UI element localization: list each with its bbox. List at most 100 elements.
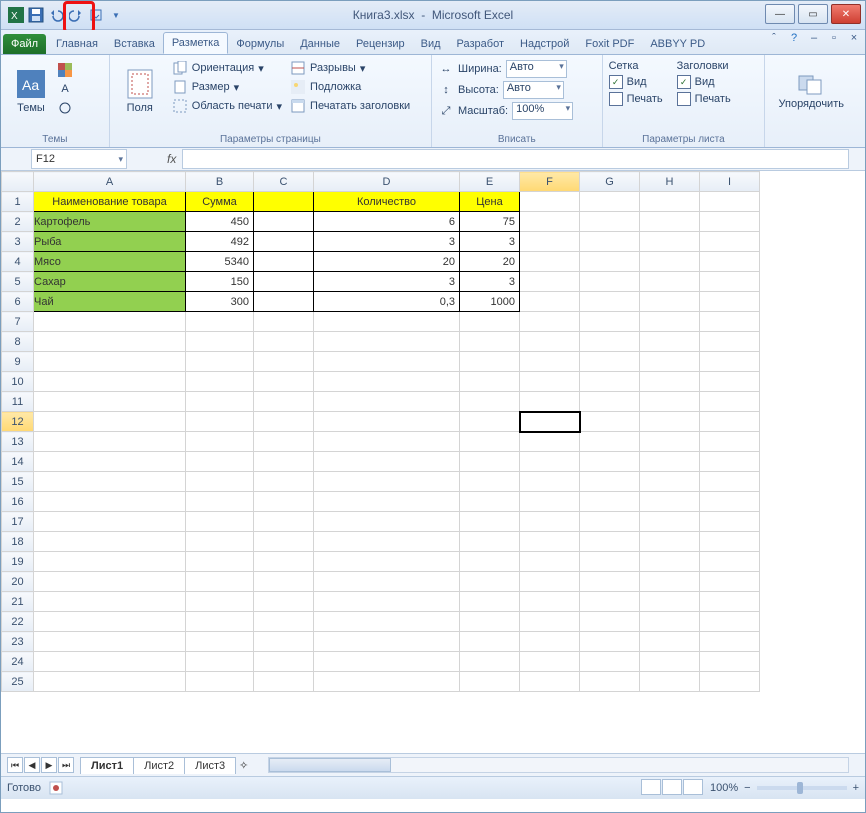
cell[interactable] [580,292,640,312]
cell[interactable] [314,592,460,612]
cell[interactable] [254,592,314,612]
cell[interactable] [640,632,700,652]
tab-file[interactable]: Файл [3,34,46,54]
cell[interactable] [460,492,520,512]
tab-abbyy[interactable]: ABBYY PD [642,34,713,54]
cell[interactable]: Сумма [186,192,254,212]
orientation-button[interactable]: Ориентация ▾ [172,60,282,76]
cell[interactable] [520,612,580,632]
row-header[interactable]: 16 [2,492,34,512]
cell[interactable]: 3 [460,232,520,252]
row-header[interactable]: 6 [2,292,34,312]
cell[interactable] [460,352,520,372]
cell[interactable] [580,472,640,492]
cell[interactable] [700,632,760,652]
cell[interactable] [186,452,254,472]
redo-icon[interactable] [67,6,85,24]
cell[interactable] [186,592,254,612]
cell[interactable] [520,472,580,492]
cell[interactable] [34,672,186,692]
row-header[interactable]: 2 [2,212,34,232]
cell[interactable] [254,352,314,372]
cell[interactable] [580,212,640,232]
tab-page-layout[interactable]: Разметка [163,32,229,54]
cell[interactable] [254,532,314,552]
cell[interactable] [186,672,254,692]
cell[interactable] [580,532,640,552]
undo-icon[interactable] [47,6,65,24]
worksheet-grid[interactable]: ABCDEFGHI1Наименование товараСуммаКоличе… [1,171,865,753]
cell[interactable] [700,292,760,312]
row-header[interactable]: 15 [2,472,34,492]
cell[interactable] [254,452,314,472]
cell[interactable] [520,512,580,532]
cell[interactable] [186,652,254,672]
cell[interactable] [520,432,580,452]
zoom-slider[interactable] [757,786,847,790]
cell[interactable] [186,552,254,572]
background-button[interactable]: Подложка [290,79,410,95]
cell[interactable] [460,532,520,552]
cell[interactable]: 20 [314,252,460,272]
view-buttons[interactable] [641,779,704,798]
col-header-E[interactable]: E [460,172,520,192]
cell[interactable] [34,492,186,512]
doc-restore-icon[interactable]: ▫ [827,31,841,45]
cell[interactable] [700,452,760,472]
cell[interactable] [254,292,314,312]
cell[interactable] [254,232,314,252]
cell[interactable] [700,472,760,492]
tab-formulas[interactable]: Формулы [228,34,292,54]
row-header[interactable]: 20 [2,572,34,592]
row-header[interactable]: 9 [2,352,34,372]
cell[interactable] [700,372,760,392]
cell[interactable] [460,632,520,652]
cell[interactable] [580,312,640,332]
sheet-nav-next-icon[interactable]: ▶ [41,757,57,773]
cell[interactable] [314,512,460,532]
cell[interactable] [700,432,760,452]
cell[interactable]: Сахар [34,272,186,292]
cell[interactable] [460,572,520,592]
col-header-H[interactable]: H [640,172,700,192]
cell[interactable] [186,332,254,352]
cell[interactable] [186,432,254,452]
row-header[interactable]: 11 [2,392,34,412]
cell[interactable] [186,632,254,652]
row-header[interactable]: 22 [2,612,34,632]
cell[interactable] [254,432,314,452]
tab-home[interactable]: Главная [48,34,106,54]
cell[interactable] [640,592,700,612]
cell[interactable] [254,372,314,392]
name-box[interactable]: F12 [31,149,127,169]
cell[interactable] [460,592,520,612]
cell[interactable] [700,352,760,372]
cell[interactable] [640,312,700,332]
cell[interactable] [520,552,580,572]
cell[interactable] [520,452,580,472]
size-button[interactable]: Размер ▾ [172,79,282,95]
cell[interactable] [640,232,700,252]
cell[interactable] [186,412,254,432]
cell[interactable] [34,552,186,572]
cell[interactable] [700,312,760,332]
cell[interactable] [186,392,254,412]
cell[interactable] [640,652,700,672]
grid-print-check[interactable]: Печать [609,92,663,106]
cell[interactable] [254,552,314,572]
cell[interactable] [580,272,640,292]
cell[interactable] [580,652,640,672]
cell[interactable] [640,452,700,472]
row-header[interactable]: 13 [2,432,34,452]
cell[interactable] [520,232,580,252]
horizontal-scrollbar[interactable] [268,757,849,773]
headings-view-check[interactable]: ✓Вид [677,75,731,89]
cell[interactable] [640,212,700,232]
cell[interactable] [520,372,580,392]
row-header[interactable]: 17 [2,512,34,532]
cell[interactable] [580,552,640,572]
col-header-F[interactable]: F [520,172,580,192]
cell[interactable] [254,212,314,232]
tab-data[interactable]: Данные [292,34,348,54]
cell[interactable]: 3 [314,232,460,252]
